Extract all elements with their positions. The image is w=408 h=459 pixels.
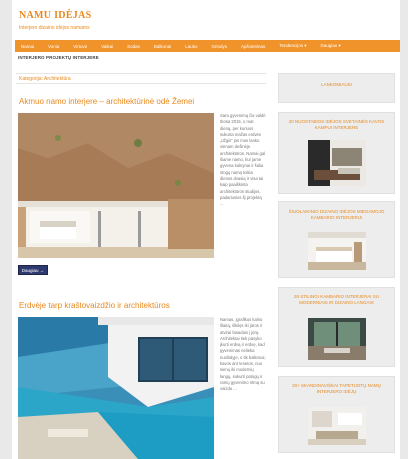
nav-item-home[interactable]: Namai [21,44,34,49]
read-more-button[interactable]: Daugiau → [18,265,48,275]
nav-item-floors[interactable]: Grindys [211,44,227,49]
nav-item-lighting[interactable]: Apšvietimas [241,44,265,49]
sidebar-popular-header: LANKOMIAUSI [278,73,395,103]
sidebar-item-2[interactable]: ŠIUOLAIKINIO DIZAINO IDĖJOS MIEGAMOJO KA… [278,201,395,278]
nav-item-trends[interactable]: Tendencijos ▾ [279,43,306,49]
nav-item-bathroom[interactable]: Vonia [48,44,59,49]
site-tagline: Interjero dizaino idėjos namams [19,25,90,31]
post-image-2[interactable] [18,317,214,459]
sidebar-thumb-2[interactable] [308,232,366,270]
news-ticker[interactable]: INTERJERO PROJEKTŲ INTERJERE [18,55,99,60]
sidebar-item-title[interactable]: ŠIUOLAIKINIO DIZAINO IDĖJOS MIEGAMOJO KA… [279,202,394,220]
sidebar-heading: LANKOMIAUSI [321,82,352,87]
post-image-1[interactable] [18,113,214,258]
post-title-2[interactable]: Erdvėje tarp krašto­vaizdžio ir architek… [19,301,170,310]
nav-item-kitchen[interactable]: Virtuvė [73,44,87,49]
sidebar-item-4[interactable]: 20+ SKANDINAVIŠKAI TAPETUOTŲ NAMŲ INTERJ… [278,376,395,453]
post-excerpt-1: Sara gyvenimą čia valdė Ibosa 2015, o ma… [220,113,266,207]
post-title-1[interactable]: Akmuo namo interjere – architektūrinė od… [19,97,194,106]
site-logo[interactable]: NAMU IDĖJAS [19,10,91,21]
sidebar-item-title[interactable]: 20+ SKANDINAVIŠKAI TAPETUOTŲ NAMŲ INTERJ… [279,377,394,394]
seaside-villa-photo [18,317,214,459]
main-navigation: Namai Vonia Virtuvė Vaikai Sodas Balkona… [15,40,400,52]
desert-house-photo [18,113,214,258]
nav-item-more[interactable]: Daugiau ▾ [321,43,341,49]
sidebar-item-title[interactable]: 26 STILINGI KAMBARIO INTERJERAI SU MODER… [279,288,394,305]
sidebar-item-title[interactable]: 20 NUOSTABIOS IDĖJOS SVETAINĖS KAVOS KAM… [279,113,394,130]
scandinavian-interior-thumbnail [308,407,366,445]
nav-item-kids[interactable]: Vaikai [101,44,113,49]
sidebar-item-1[interactable]: 20 NUOSTABIOS IDĖJOS SVETAINĖS KAVOS KAM… [278,112,395,194]
page-container: NAMU IDĖJAS Interjero dizaino idėjos nam… [12,0,400,459]
nav-item-balcony[interactable]: Balkonai [154,44,171,49]
bedroom-thumbnail [308,232,366,270]
nav-item-outdoor[interactable]: Lauko [185,44,197,49]
living-room-thumbnail [308,140,366,186]
sidebar-thumb-3[interactable] [308,318,366,360]
post-excerpt-2: Namas, įgrafikus kalno šlaitą, iškilęs i… [220,317,266,392]
sidebar-thumb-4[interactable] [308,407,366,445]
breadcrumb: Kategorija: Architektūra [16,73,266,84]
sidebar-item-3[interactable]: 26 STILINGI KAMBARIO INTERJERAI SU MODER… [278,287,395,367]
breadcrumb-category[interactable]: Kategorija: Architektūra [19,76,71,82]
modern-interior-thumbnail [308,318,366,360]
sidebar-thumb-1[interactable] [308,140,366,186]
nav-item-garden[interactable]: Sodas [127,44,140,49]
